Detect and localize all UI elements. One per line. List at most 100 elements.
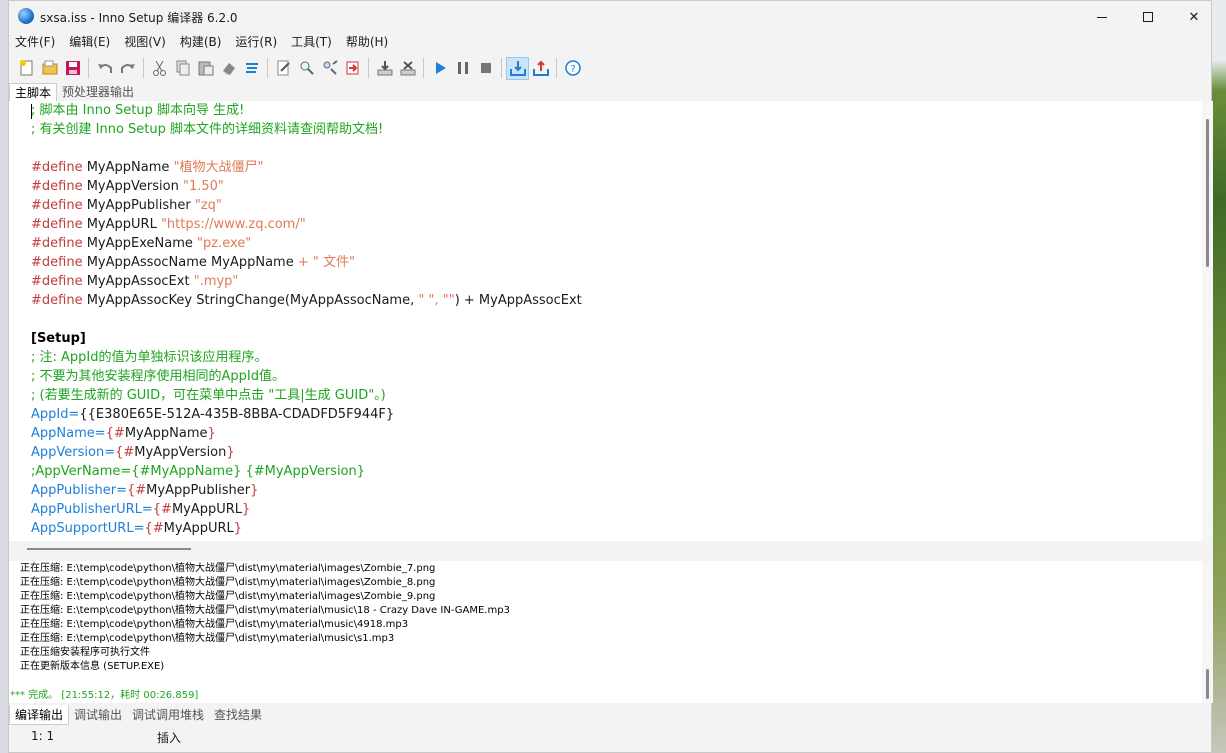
import-button[interactable] — [396, 57, 419, 80]
output-line: 正在压缩安装程序可执行文件 — [20, 647, 150, 658]
editor-tabs: 主脚本 预处理器输出 — [9, 83, 139, 101]
tab-compiler-output[interactable]: 编译输出 — [9, 705, 70, 725]
code-token: MyAppAssocExt — [82, 274, 194, 289]
new-file-icon — [19, 60, 32, 76]
copy-icon — [176, 60, 189, 76]
find-replace-icon — [323, 60, 338, 75]
code-token: " ", "" — [418, 293, 455, 308]
menu-file[interactable]: 文件(F) — [9, 33, 62, 53]
code-token: ; (若要生成新的 GUID，可在菜单中点击 "工具|生成 GUID"。) — [31, 388, 386, 403]
code-token: #define — [31, 293, 83, 308]
cursor-position: 1: 1 — [31, 729, 55, 743]
run-icon — [435, 62, 446, 74]
script-editor[interactable]: ; 脚本由 Inno Setup 脚本向导 生成! ; 有关创建 Inno Set… — [9, 101, 1202, 541]
format-icon — [245, 63, 258, 73]
close-button[interactable]: ✕ — [1171, 1, 1217, 33]
stop-button[interactable] — [474, 57, 497, 80]
code-line: #define MyAppVersion "1.50" — [31, 177, 582, 196]
code-line: AppSupportURL={#MyAppURL} — [31, 519, 582, 538]
svg-text:?: ? — [570, 64, 575, 75]
code-token: AppName= — [31, 426, 106, 441]
code-line: ; 脚本由 Inno Setup 脚本向导 生成! — [31, 101, 582, 120]
code-token: ".myp" — [193, 274, 239, 289]
compile-done-message: *** 完成。 [21:55:12，耗时 00:26.859] — [10, 690, 199, 701]
code-token: #define — [31, 236, 83, 251]
compile-options-icon — [277, 60, 290, 76]
code-token: #define — [31, 160, 83, 175]
output-tabs: 编译输出 调试输出 调试调用堆栈 查找结果 — [9, 705, 267, 725]
toolbar-separator — [88, 58, 89, 78]
desktop-background-left — [0, 0, 8, 753]
tab-find-results[interactable]: 查找结果 — [209, 705, 267, 725]
menu-view[interactable]: 视图(V) — [117, 33, 173, 53]
cut-button[interactable] — [148, 57, 171, 80]
code-token: ; 有关创建 Inno Setup 脚本文件的详细资料请查阅帮助文档! — [31, 122, 384, 137]
window-title: sxsa.iss - Inno Setup 编译器 6.2.0 — [40, 11, 238, 25]
undo-button[interactable] — [93, 57, 116, 80]
save-button[interactable] — [61, 57, 84, 80]
toolbar-separator — [267, 58, 268, 78]
code-token: + " 文件" — [297, 255, 355, 270]
output-scroll-thumb[interactable] — [1206, 669, 1209, 699]
maximize-button[interactable] — [1125, 1, 1171, 33]
menu-tools[interactable]: 工具(T) — [284, 33, 339, 53]
clear-button[interactable] — [217, 57, 240, 80]
code-token: "pz.exe" — [197, 236, 252, 251]
target-compile-button[interactable] — [506, 56, 529, 80]
export-button[interactable] — [373, 57, 396, 80]
publish-button[interactable] — [529, 57, 552, 80]
code-token: AppPublisher= — [31, 483, 127, 498]
pause-button[interactable] — [451, 57, 474, 80]
format-button[interactable] — [240, 57, 263, 80]
import-icon — [400, 61, 415, 76]
output-line: 正在压缩: E:\temp\code\python\植物大战僵尸\dist\my… — [20, 591, 436, 602]
find-button[interactable] — [295, 57, 318, 80]
paste-button[interactable] — [194, 57, 217, 80]
code-area[interactable]: ; 脚本由 Inno Setup 脚本向导 生成! ; 有关创建 Inno Set… — [31, 101, 582, 538]
redo-button[interactable] — [116, 57, 139, 80]
horizontal-scroll-thumb[interactable] — [27, 548, 191, 550]
help-button[interactable]: ? — [561, 57, 584, 80]
editor-scroll-thumb[interactable] — [1206, 119, 1209, 267]
code-token: AppPublisherURL= — [31, 502, 153, 517]
menu-edit[interactable]: 编辑(E) — [62, 33, 117, 53]
output-vertical-scrollbar[interactable] — [1202, 561, 1213, 703]
tab-debug-output[interactable]: 调试输出 — [69, 705, 127, 725]
compile-options-button[interactable] — [272, 57, 295, 80]
compiler-output-panel[interactable]: 正在压缩: E:\temp\code\python\植物大战僵尸\dist\my… — [9, 561, 1202, 703]
new-file-button[interactable] — [15, 57, 38, 80]
tab-preprocessor-output[interactable]: 预处理器输出 — [57, 83, 139, 101]
code-token: #define — [31, 255, 83, 270]
code-line: ;AppVerName={#MyAppName} {#MyAppVersion} — [31, 462, 582, 481]
tab-main-script[interactable]: 主脚本 — [9, 83, 58, 101]
editor-horizontal-scrollbar[interactable] — [9, 541, 1213, 561]
code-token: "植物大战僵尸" — [173, 160, 264, 175]
run-button[interactable] — [428, 57, 451, 80]
code-line: ; (若要生成新的 GUID，可在菜单中点击 "工具|生成 GUID"。) — [31, 386, 582, 405]
code-line: AppPublisher={#MyAppPublisher} — [31, 481, 582, 500]
find-replace-button[interactable] — [318, 57, 341, 80]
code-token: ; 不要为其他安装程序使用相同的AppId值。 — [31, 369, 285, 384]
menu-build[interactable]: 构建(B) — [173, 33, 229, 53]
insert-mode: 插入 — [157, 731, 182, 745]
menu-help[interactable]: 帮助(H) — [339, 33, 395, 53]
find-icon — [300, 61, 314, 75]
code-token: MyAppURL — [82, 217, 161, 232]
code-line: AppVersion={#MyAppVersion} — [31, 443, 582, 462]
undo-icon — [97, 64, 112, 73]
save-icon — [65, 61, 80, 75]
goto-button[interactable] — [341, 57, 364, 80]
output-line: 正在压缩: E:\temp\code\python\植物大战僵尸\dist\my… — [20, 605, 510, 616]
pause-icon — [457, 62, 468, 74]
editor-vertical-scrollbar[interactable] — [1202, 101, 1213, 541]
copy-button[interactable] — [171, 57, 194, 80]
output-line: 正在压缩: E:\temp\code\python\植物大战僵尸\dist\my… — [20, 577, 436, 588]
minimize-button[interactable] — [1079, 1, 1125, 33]
tab-debug-call-stack[interactable]: 调试调用堆栈 — [127, 705, 209, 725]
menu-run[interactable]: 运行(R) — [228, 33, 284, 53]
title-bar[interactable]: sxsa.iss - Inno Setup 编译器 6.2.0 ✕ — [9, 1, 1211, 33]
code-token: {# — [115, 445, 135, 460]
menu-bar: 文件(F) 编辑(E) 视图(V) 构建(B) 运行(R) 工具(T) 帮助(H… — [9, 33, 395, 53]
open-file-button[interactable] — [38, 57, 61, 80]
toolbar-separator — [368, 58, 369, 78]
